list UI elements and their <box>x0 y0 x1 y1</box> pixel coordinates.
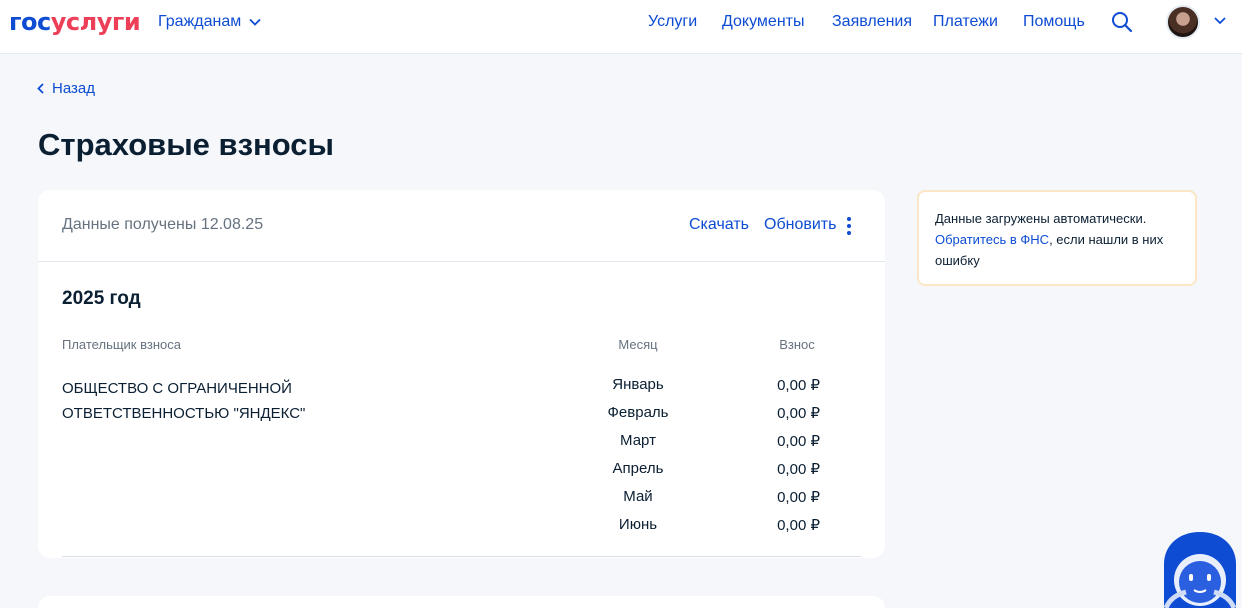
divider <box>62 556 861 557</box>
back-link[interactable]: Назад <box>37 80 95 97</box>
month-cell: Январь <box>612 376 664 393</box>
next-card <box>38 596 885 608</box>
month-cell: Июнь <box>618 516 658 533</box>
info-text: Данные загружены автоматически. <box>935 211 1147 226</box>
gosuslugi-logo[interactable]: госуслуги <box>9 8 141 36</box>
amount-cell: 0,00 ₽ <box>777 377 820 394</box>
citizens-menu[interactable]: Гражданам <box>158 13 261 31</box>
month-cell: Март <box>620 432 656 449</box>
nav-payments[interactable]: Платежи <box>933 13 998 31</box>
search-icon[interactable] <box>1111 11 1133 33</box>
back-label: Назад <box>52 80 95 97</box>
nav-services[interactable]: Услуги <box>648 13 697 31</box>
nav-documents[interactable]: Документы <box>722 13 804 31</box>
contact-fns-link[interactable]: Обратитесь в ФНС <box>935 232 1049 247</box>
refresh-button[interactable]: Обновить <box>764 216 836 234</box>
citizens-label: Гражданам <box>158 13 242 30</box>
chevron-down-icon[interactable] <box>1213 16 1227 26</box>
amount-cell: 0,00 ₽ <box>777 517 820 534</box>
more-options-icon[interactable] <box>844 217 854 235</box>
month-cell: Февраль <box>607 404 669 421</box>
nav-applications[interactable]: Заявления <box>832 13 912 31</box>
robot-assistant-icon[interactable] <box>1158 530 1242 608</box>
amount-cell: 0,00 ₽ <box>777 433 820 450</box>
amount-cell: 0,00 ₽ <box>777 461 820 478</box>
user-avatar[interactable] <box>1166 5 1200 39</box>
download-button[interactable]: Скачать <box>689 216 749 234</box>
year-heading: 2025 год <box>62 288 141 309</box>
nav-help[interactable]: Помощь <box>1023 13 1085 31</box>
column-payer: Плательщик взноса <box>62 337 181 352</box>
data-received-date: Данные получены 12.08.25 <box>62 216 264 233</box>
payer-name: ОБЩЕСТВО С ОГРАНИЧЕННОЙ ОТВЕТСТВЕННОСТЬЮ… <box>62 380 306 422</box>
top-header: госуслуги Гражданам Услуги Документы Зая… <box>0 0 1242 54</box>
amount-cell: 0,00 ₽ <box>777 489 820 506</box>
month-cell: Май <box>623 488 653 505</box>
month-cell: Апрель <box>612 460 664 477</box>
column-amount: Взнос <box>779 337 815 352</box>
column-month: Месяц <box>618 337 658 352</box>
chevron-down-icon <box>249 18 261 26</box>
card-header: Данные получены 12.08.25 Скачать Обновит… <box>38 190 885 262</box>
page-title: Страховые взносы <box>38 127 334 162</box>
chevron-left-icon <box>37 83 44 94</box>
info-notice: Данные загружены автоматически. Обратите… <box>917 190 1197 286</box>
amount-cell: 0,00 ₽ <box>777 405 820 422</box>
contributions-card: Данные получены 12.08.25 Скачать Обновит… <box>38 190 885 558</box>
